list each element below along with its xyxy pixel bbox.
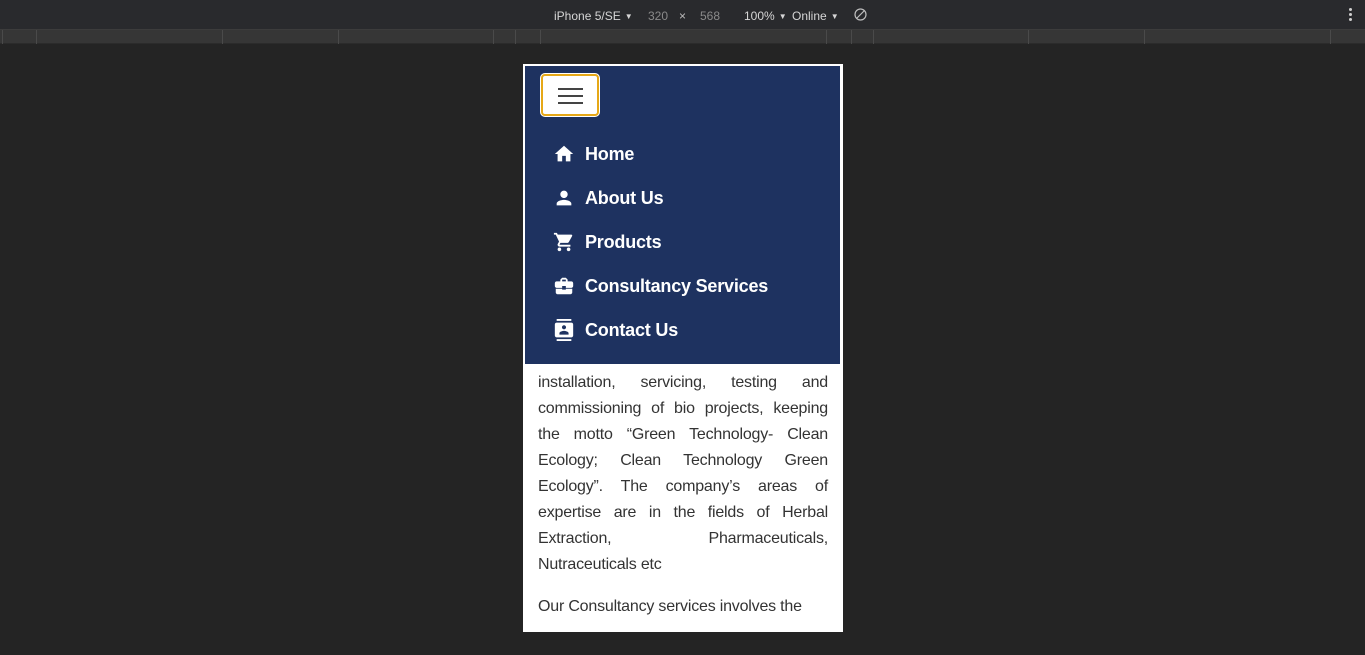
ruler-segment[interactable] [515, 30, 540, 44]
ruler-segment[interactable] [493, 30, 515, 44]
nav-item-label: Contact Us [585, 319, 679, 340]
ruler-segment[interactable] [338, 30, 493, 44]
rotate-icon[interactable] [854, 8, 867, 21]
caret-down-icon: ▼ [624, 12, 633, 21]
briefcase-icon [554, 277, 574, 295]
ruler-segment[interactable] [1028, 30, 1144, 44]
caret-down-icon: ▼ [778, 12, 787, 21]
zoom-value: 100% [744, 9, 775, 23]
nav-item-label: About Us [585, 187, 664, 208]
mobile-nav-panel: Home About Us Products Consultancy Servi… [524, 65, 841, 365]
ruler-segment[interactable] [1330, 30, 1364, 44]
more-vertical-icon[interactable] [1349, 8, 1353, 22]
ruler-segment[interactable] [1144, 30, 1330, 44]
contact-card-icon [554, 319, 574, 341]
height-input[interactable]: 568 [700, 9, 720, 23]
dimension-separator: × [679, 9, 687, 23]
ruler-segment[interactable] [873, 30, 1028, 44]
nav-item-consultancy-services[interactable]: Consultancy Services [553, 264, 768, 308]
nav-item-contact-us[interactable]: Contact Us [553, 308, 768, 352]
nav-item-products[interactable]: Products [553, 220, 768, 264]
zoom-select[interactable]: 100% ▼ [744, 9, 787, 23]
device-toolbar: iPhone 5/SE ▼ 320 × 568 100% ▼ Online ▼ [0, 0, 1365, 30]
media-query-ruler[interactable] [0, 30, 1365, 44]
person-icon [556, 190, 572, 206]
nav-item-about-us[interactable]: About Us [553, 176, 768, 220]
nav-item-home[interactable]: Home [553, 132, 768, 176]
ruler-segment[interactable] [851, 30, 873, 44]
page-content: design, fabrication, supply, constructio… [538, 344, 828, 632]
device-viewport: design, fabrication, supply, constructio… [523, 64, 843, 632]
consultancy-paragraph: Our Consultancy services involves the [538, 598, 802, 615]
ruler-segment[interactable] [826, 30, 851, 44]
nav-item-label: Home [585, 143, 635, 164]
caret-down-icon: ▼ [830, 12, 839, 21]
nav-item-label: Consultancy Services [585, 275, 769, 296]
network-throttle-select[interactable]: Online ▼ [792, 9, 839, 23]
home-icon [554, 145, 574, 162]
network-value: Online [792, 9, 827, 23]
device-name: iPhone 5/SE [554, 9, 621, 23]
ruler-segment[interactable] [2, 30, 36, 44]
navbar-toggler-button[interactable] [541, 74, 599, 116]
ruler-segment[interactable] [222, 30, 338, 44]
nav-item-label: Products [585, 231, 662, 252]
ruler-segment[interactable] [540, 30, 826, 44]
width-input[interactable]: 320 [648, 9, 668, 23]
device-select[interactable]: iPhone 5/SE ▼ [554, 9, 633, 23]
about-paragraph: design, fabrication, supply, constructio… [538, 348, 828, 573]
nav-menu: Home About Us Products Consultancy Servi… [553, 132, 768, 352]
ruler-segment[interactable] [36, 30, 222, 44]
cart-icon [553, 232, 573, 252]
